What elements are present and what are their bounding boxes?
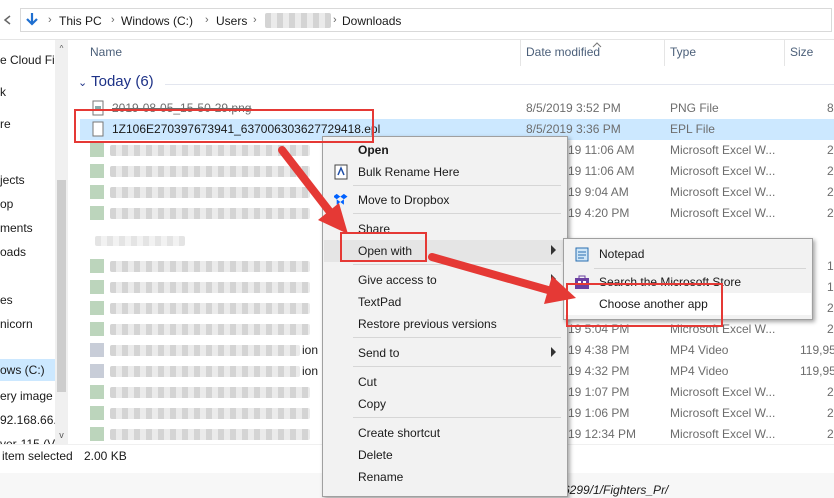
annotation-arrow-to-choose-app (428, 253, 576, 304)
annotation-arrows (278, 146, 576, 304)
annotation-arrow-to-open-with (278, 146, 348, 234)
